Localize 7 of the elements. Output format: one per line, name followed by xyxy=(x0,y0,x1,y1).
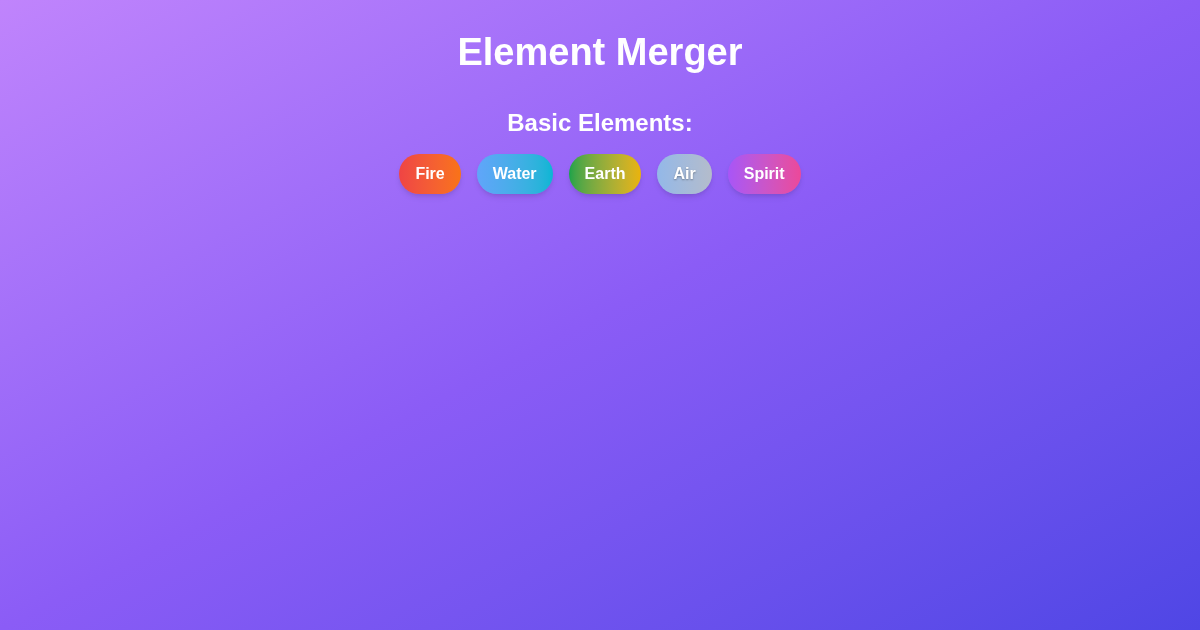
section-heading: Basic Elements: xyxy=(507,108,693,138)
element-button[interactable]: Earth xyxy=(568,154,642,194)
element-button[interactable]: Fire xyxy=(399,154,461,194)
element-button[interactable]: Spirit xyxy=(727,154,801,194)
element-button[interactable]: Air xyxy=(657,154,712,194)
element-button[interactable]: Water xyxy=(476,154,553,194)
page-title: Element Merger xyxy=(457,30,743,75)
